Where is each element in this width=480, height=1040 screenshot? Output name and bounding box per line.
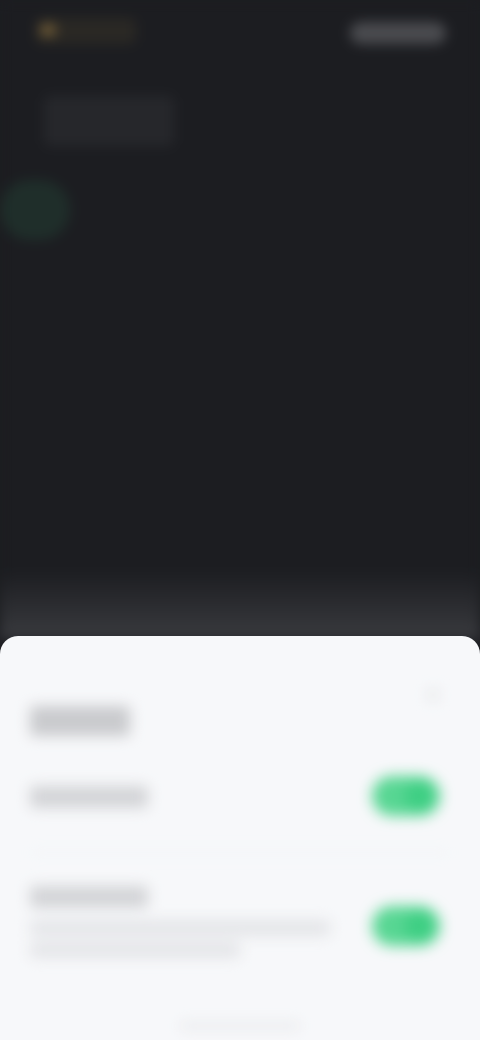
sheet-title [30,706,130,736]
bottom-sheet-content [0,0,480,1040]
setting-toggle-1[interactable] [372,776,440,816]
divider [30,852,450,853]
toggle-knob [404,910,436,942]
home-indicator [180,1024,300,1028]
toggle-knob [404,780,436,812]
setting-label-1 [30,786,148,808]
setting-label-2 [30,886,148,908]
close-icon[interactable] [424,686,442,704]
setting-subtitle-2a [30,920,330,936]
setting-subtitle-2b [30,942,240,958]
setting-toggle-2[interactable] [372,906,440,946]
